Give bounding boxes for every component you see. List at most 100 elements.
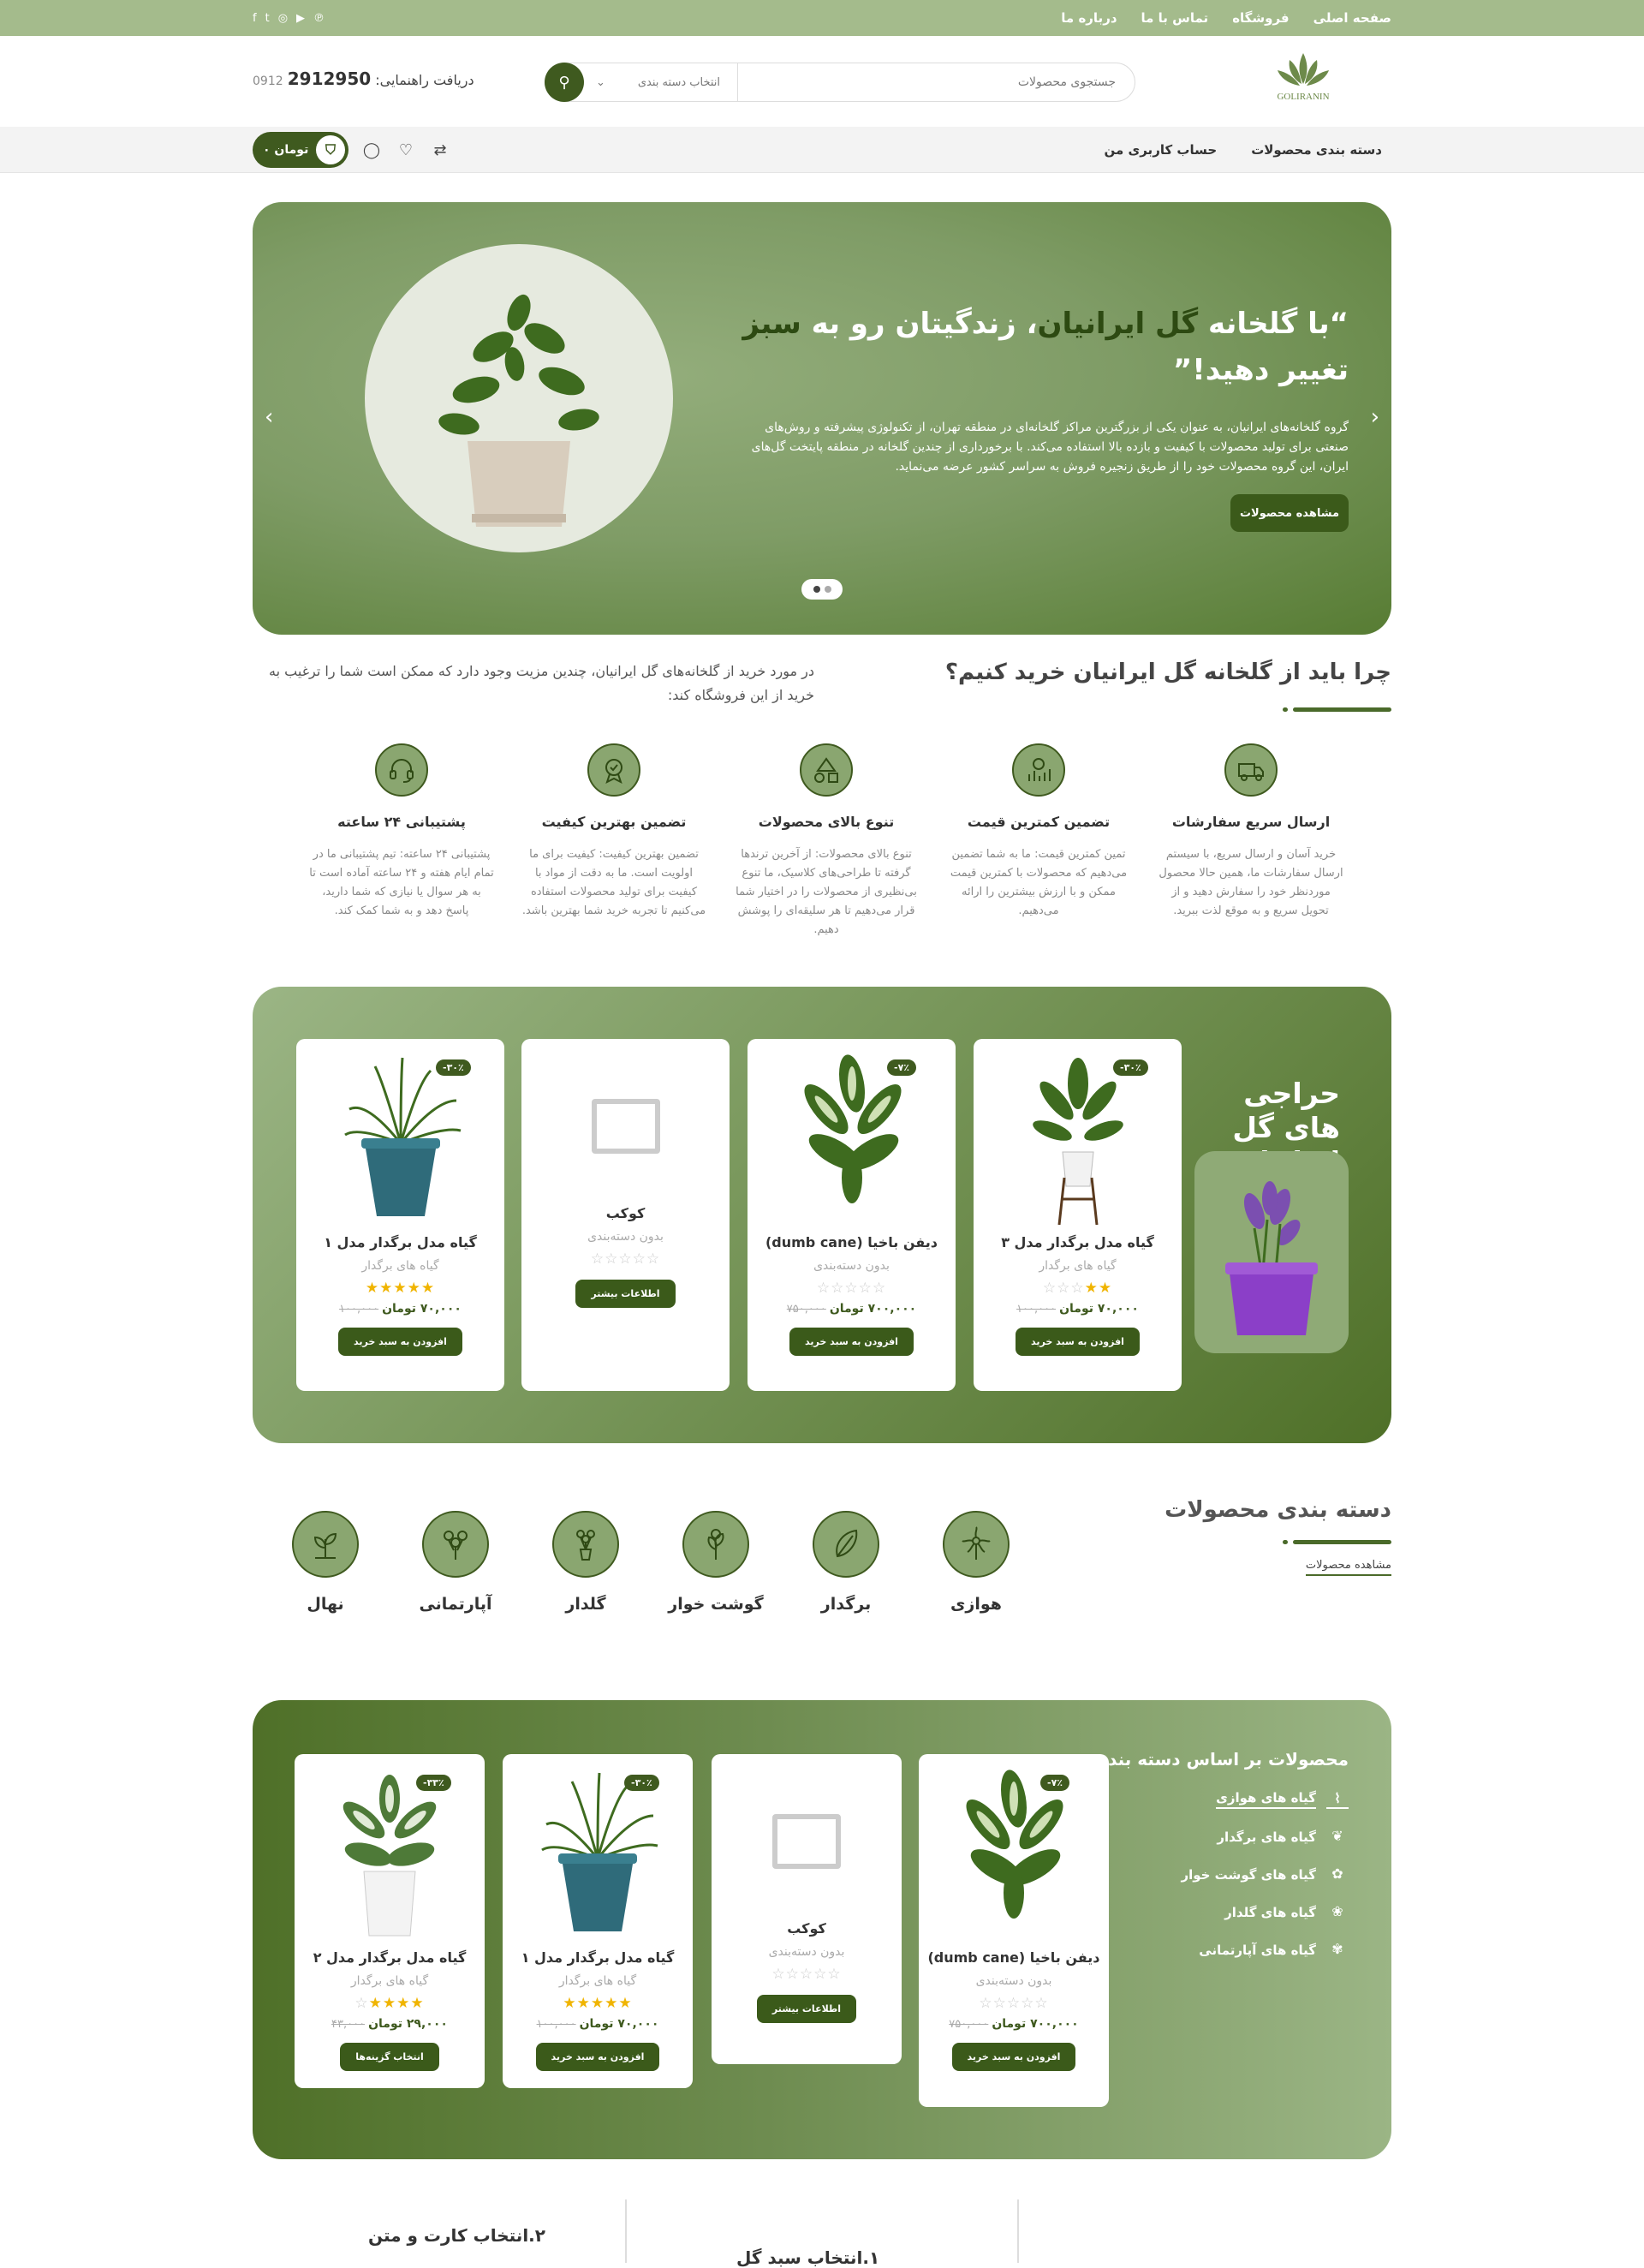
feature-title: تنوع بالای محصولات xyxy=(758,814,895,830)
product-image[interactable] xyxy=(332,1049,469,1229)
rating-stars: ☆☆☆☆☆ xyxy=(816,1280,887,1297)
slider-dot[interactable] xyxy=(824,586,831,593)
product-image[interactable] xyxy=(783,1049,920,1229)
category-item-apartment[interactable]: آپارتمانی xyxy=(404,1511,507,1639)
delivery-truck-icon xyxy=(1224,743,1278,797)
product-category[interactable]: گیاه های برگدار xyxy=(974,1259,1182,1273)
slider-next-icon[interactable]: › xyxy=(1371,404,1379,430)
search-button[interactable]: ⚲ xyxy=(545,63,584,102)
variety-icon xyxy=(800,743,853,797)
product-name[interactable]: دیفن باخیا (dumb cane) xyxy=(919,1949,1109,1966)
discount-badge: -۳۰٪ xyxy=(624,1775,659,1791)
air-plant-icon xyxy=(943,1511,1010,1578)
search-input[interactable]: جستجوی محصولات xyxy=(738,75,1135,89)
category-item-carnivorous[interactable]: گوشت خوار xyxy=(664,1511,767,1639)
product-card[interactable]: -۳۰٪ گیاه مدل برگدار مدل ۱ گیاه های برگدار… xyxy=(503,1754,693,2088)
bycat-item-carnivorous[interactable]: ✿ گیاه های گوشت خوار xyxy=(1181,1865,1349,1884)
headset-icon xyxy=(375,743,428,797)
product-name[interactable]: دیفن باخیا (dumb cane) xyxy=(748,1234,956,1250)
bycat-list: ⌇ گیاه های هوازی ❦ گیاه های برگدار ✿ گیاه ه… xyxy=(1181,1790,1349,1979)
carnivorous-plant-icon: ✿ xyxy=(1331,1865,1343,1882)
product-action-button[interactable]: انتخاب گزینه‌ها xyxy=(340,2043,439,2071)
heart-icon[interactable]: ♡ xyxy=(395,139,417,161)
product-action-button[interactable]: افزودن به سبد خرید xyxy=(338,1328,462,1356)
product-category[interactable]: بدون دسته‌بندی xyxy=(521,1230,730,1244)
step-title: ۲.انتخاب کارت و متن xyxy=(368,2225,545,2246)
product-image[interactable] xyxy=(945,1764,1082,1944)
rating-stars: ☆☆☆☆☆ xyxy=(771,1966,842,1983)
user-icon[interactable]: ◯ xyxy=(360,139,383,161)
old-price: ۱۰۰,۰۰۰ xyxy=(339,1303,379,1316)
category-select[interactable]: انتخاب دسته بندی ⌄ xyxy=(584,63,738,101)
youtube-icon[interactable]: ▶ xyxy=(296,12,305,25)
product-action-button[interactable]: افزودن به سبد خرید xyxy=(951,2043,1076,2071)
category-row: هوازی برگدار گوشت خوار گلدار آپارتمانی ن… xyxy=(274,1511,1028,1639)
feature-text: تنوع بالای محصولات: از آخرین ترندها گرفت… xyxy=(736,848,917,936)
product-image[interactable] xyxy=(529,1764,666,1944)
bycat-item-flowering[interactable]: ❀ گیاه های گلدار xyxy=(1181,1903,1349,1922)
product-category[interactable]: بدون دسته‌بندی xyxy=(919,1974,1109,1988)
pinterest-icon[interactable]: ℗ xyxy=(313,12,325,25)
product-category[interactable]: گیاه های برگدار xyxy=(503,1974,693,1988)
twitter-icon[interactable]: t xyxy=(265,12,270,25)
instagram-icon[interactable]: ◎ xyxy=(278,12,288,25)
product-name[interactable]: کوکب xyxy=(712,1920,902,1937)
product-name[interactable]: کوکب xyxy=(521,1205,730,1221)
bycat-item-leafy[interactable]: ❦ گیاه های برگدار xyxy=(1181,1828,1349,1847)
product-action-button[interactable]: افزودن به سبد خرید xyxy=(789,1328,914,1356)
product-action-button[interactable]: افزودن به سبد خرید xyxy=(535,2043,660,2071)
product-card[interactable]: -۳۰٪ گیاه مدل برگدار مدل ۱ گیاه های برگدار… xyxy=(296,1039,504,1391)
product-name[interactable]: گیاه مدل برگدار مدل ۱ xyxy=(296,1234,504,1250)
top-bar: f t ◎ ▶ ℗ صفحه اصلی فروشگاه تماس با ما د… xyxy=(0,0,1644,36)
top-link-home[interactable]: صفحه اصلی xyxy=(1313,10,1391,26)
product-category[interactable]: بدون دسته‌بندی xyxy=(748,1259,956,1273)
product-name[interactable]: گیاه مدل برگدار مدل ۱ xyxy=(503,1949,693,1966)
top-link-shop[interactable]: فروشگاه xyxy=(1232,10,1289,26)
product-card[interactable]: -۷٪ دیفن باخیا (dumb cane) بدون دسته‌بندی ☆… xyxy=(748,1039,956,1391)
product-name[interactable]: گیاه مدل برگدار مدل ۳ xyxy=(974,1234,1182,1250)
site-logo[interactable]: GOLIRANIN xyxy=(1252,46,1355,120)
sale-flower-image xyxy=(1194,1151,1349,1353)
potted-plant-icon: ✾ xyxy=(1331,1941,1343,1957)
product-card[interactable]: -۷٪ دیفن باخیا (dumb cane) بدون دسته‌بندی ☆… xyxy=(919,1754,1109,2107)
category-select-label: انتخاب دسته بندی xyxy=(637,75,720,89)
feature-item: ارسال سریع سفارشات خرید آسان و ارسال سری… xyxy=(1145,743,1357,932)
product-image[interactable] xyxy=(321,1764,458,1944)
view-products-link[interactable]: مشاهده محصولات xyxy=(1305,1559,1391,1576)
product-card[interactable]: -۳۳٪ گیاه مدل برگدار مدل ۲ گیاه های برگدار… xyxy=(295,1754,485,2088)
category-item-flowering[interactable]: گلدار xyxy=(534,1511,637,1639)
product-category[interactable]: گیاه های برگدار xyxy=(295,1974,485,1988)
product-category[interactable]: گیاه های برگدار xyxy=(296,1259,504,1273)
product-category[interactable]: بدون دسته‌بندی xyxy=(712,1945,902,1959)
product-name[interactable]: گیاه مدل برگدار مدل ۲ xyxy=(295,1949,485,1966)
discount-badge: -۳۰٪ xyxy=(1113,1059,1148,1076)
category-item-leafy[interactable]: برگدار xyxy=(795,1511,897,1639)
slider-prev-icon[interactable]: ‹ xyxy=(265,404,273,430)
top-link-contact[interactable]: تماس با ما xyxy=(1141,10,1209,26)
bycat-item-air[interactable]: ⌇ گیاه های هوازی xyxy=(1181,1790,1349,1809)
product-image[interactable] xyxy=(1010,1049,1147,1229)
product-card[interactable]: -۳۰٪ گیاه مدل برگدار مدل ۳ گیاه های برگدار… xyxy=(974,1039,1182,1391)
cart-button[interactable]: ۰ تومان ⛉ xyxy=(253,132,348,168)
svg-text:GOLIRANIN: GOLIRANIN xyxy=(1277,92,1329,102)
top-link-about[interactable]: درباره ما xyxy=(1061,10,1117,26)
category-item-air[interactable]: هوازی xyxy=(925,1511,1028,1639)
bycat-item-apartment[interactable]: ✾ گیاه های آپارتمانی xyxy=(1181,1941,1349,1960)
compare-icon[interactable]: ⇄ xyxy=(429,139,451,161)
product-card[interactable]: کوکب بدون دسته‌بندی ☆☆☆☆☆ اطلاعات بیشتر xyxy=(712,1754,902,2064)
product-action-button[interactable]: اطلاعات بیشتر xyxy=(756,1995,857,2023)
support-phone[interactable]: دریافت راهنمایی: 2912950 0912 xyxy=(253,69,474,89)
bycat-item-label: گیاه های آپارتمانی xyxy=(1199,1943,1316,1958)
view-products-button[interactable]: مشاهده محصولات xyxy=(1230,494,1349,532)
slider-dot[interactable] xyxy=(813,586,820,593)
product-action-button[interactable]: اطلاعات بیشتر xyxy=(575,1280,676,1308)
nav-categories[interactable]: دسته بندی محصولات xyxy=(1251,142,1382,158)
leaf-icon: ❦ xyxy=(1331,1828,1343,1844)
product-action-button[interactable]: افزودن به سبد خرید xyxy=(1016,1328,1140,1356)
facebook-icon[interactable]: f xyxy=(253,12,257,25)
category-item-seedling[interactable]: نهال xyxy=(274,1511,377,1639)
hero-title-part: “با گلخانه xyxy=(1198,307,1349,341)
product-card[interactable]: کوکب بدون دسته‌بندی ☆☆☆☆☆ اطلاعات بیشتر xyxy=(521,1039,730,1391)
nav-my-account[interactable]: حساب کاربری من xyxy=(1104,142,1217,158)
product-price: ۷۰,۰۰۰ تومان۱۰۰,۰۰۰ xyxy=(536,2017,659,2031)
